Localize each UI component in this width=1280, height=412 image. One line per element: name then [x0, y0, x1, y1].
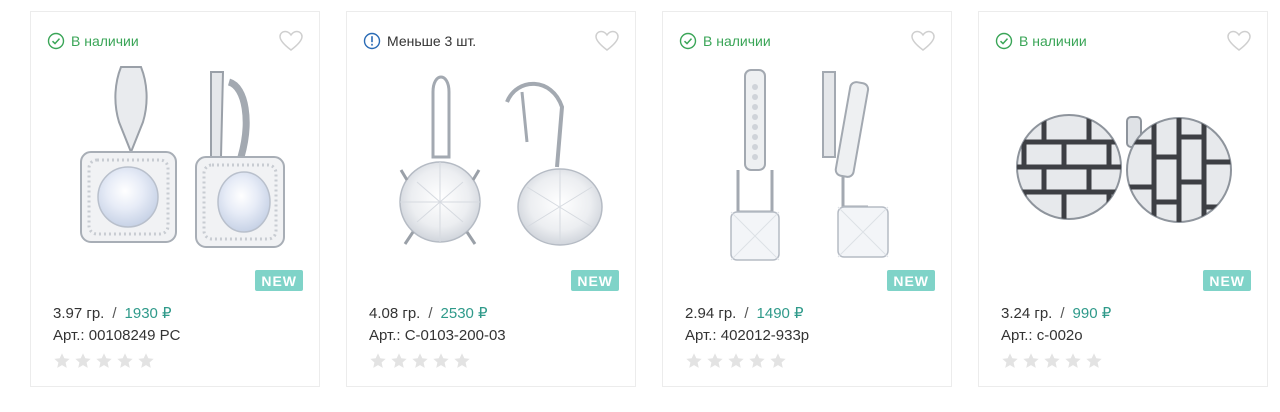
- price: 2530 ₽: [440, 305, 488, 322]
- price: 1930 ₽: [124, 305, 172, 322]
- article-number: Арт.: 00108249 PC: [53, 327, 181, 344]
- weight: 4.08 гр.: [369, 305, 421, 322]
- stock-status: В наличии: [47, 32, 139, 50]
- new-badge: NEW: [1203, 270, 1251, 291]
- star-icon[interactable]: [369, 352, 387, 370]
- rating-stars[interactable]: [53, 352, 155, 370]
- weight: 3.97 гр.: [53, 305, 105, 322]
- article-number: Арт.: с-002о: [1001, 327, 1083, 344]
- drop-crystal-earrings-icon: [730, 69, 889, 261]
- crystal-round-earrings-icon: [399, 75, 603, 246]
- stock-status: Меньше 3 шт.: [363, 32, 476, 50]
- weight: 2.94 гр.: [685, 305, 737, 322]
- star-icon[interactable]: [1022, 352, 1040, 370]
- weight: 3.24 гр.: [1001, 305, 1053, 322]
- product-card[interactable]: В наличии NEW 3.24 гр. / 990 ₽ Арт.: с-0…: [978, 11, 1268, 387]
- opal-square-earrings-icon: [80, 66, 285, 248]
- weight-price: 3.97 гр./1930 ₽: [53, 305, 172, 322]
- price: 1490 ₽: [756, 305, 804, 322]
- star-icon[interactable]: [74, 352, 92, 370]
- star-icon[interactable]: [95, 352, 113, 370]
- new-badge: NEW: [571, 270, 619, 291]
- stock-label: Меньше 3 шт.: [387, 33, 477, 49]
- exclamation-circle-icon: [363, 32, 381, 50]
- star-icon[interactable]: [53, 352, 71, 370]
- product-card[interactable]: В наличии NEW 2.94 гр./1490 ₽ Арт.: 4020…: [662, 11, 952, 387]
- star-icon[interactable]: [453, 352, 471, 370]
- weight-price: 4.08 гр./2530 ₽: [369, 305, 488, 322]
- stock-label: В наличии: [71, 33, 139, 49]
- star-icon[interactable]: [1064, 352, 1082, 370]
- star-icon[interactable]: [706, 352, 724, 370]
- stock-status: В наличии: [995, 32, 1087, 50]
- star-icon[interactable]: [685, 352, 703, 370]
- star-icon[interactable]: [769, 352, 787, 370]
- stock-label: В наличии: [703, 33, 771, 49]
- heart-icon[interactable]: [1227, 30, 1251, 52]
- star-icon[interactable]: [390, 352, 408, 370]
- product-card[interactable]: В наличии NEW 3.97 гр. / 1930 ₽ Арт.: 00…: [30, 11, 320, 387]
- product-card[interactable]: Меньше 3 шт. NEW 4.08 гр. / 2530 ₽ Арт.:…: [346, 11, 636, 387]
- star-icon[interactable]: [432, 352, 450, 370]
- heart-icon[interactable]: [911, 30, 935, 52]
- star-icon[interactable]: [116, 352, 134, 370]
- new-badge: NEW: [887, 270, 935, 291]
- star-icon[interactable]: [1001, 352, 1019, 370]
- new-badge: NEW: [255, 270, 303, 291]
- stock-status: В наличии: [679, 32, 771, 50]
- weight-price: 2.94 гр./1490 ₽: [685, 305, 804, 322]
- rating-stars[interactable]: [369, 352, 471, 370]
- stock-label: В наличии: [1019, 33, 1087, 49]
- star-icon[interactable]: [727, 352, 745, 370]
- star-icon[interactable]: [1043, 352, 1061, 370]
- check-circle-icon: [995, 32, 1013, 50]
- heart-icon[interactable]: [595, 30, 619, 52]
- round-pattern-earrings-icon: [1016, 114, 1232, 223]
- price: 990 ₽: [1072, 305, 1112, 322]
- star-icon[interactable]: [411, 352, 429, 370]
- heart-icon[interactable]: [279, 30, 303, 52]
- star-icon[interactable]: [137, 352, 155, 370]
- rating-stars[interactable]: [1001, 352, 1103, 370]
- check-circle-icon: [679, 32, 697, 50]
- star-icon[interactable]: [748, 352, 766, 370]
- article-number: Арт.: С-0103-200-03: [369, 327, 506, 344]
- weight-price: 3.24 гр./990 ₽: [1001, 305, 1112, 322]
- star-icon[interactable]: [1085, 352, 1103, 370]
- check-circle-icon: [47, 32, 65, 50]
- product-grid: В наличии NEW 3.97 гр. / 1930 ₽ Арт.: 00…: [0, 0, 1280, 412]
- article-number: Арт.: 402012-933р: [685, 327, 810, 344]
- rating-stars[interactable]: [685, 352, 787, 370]
